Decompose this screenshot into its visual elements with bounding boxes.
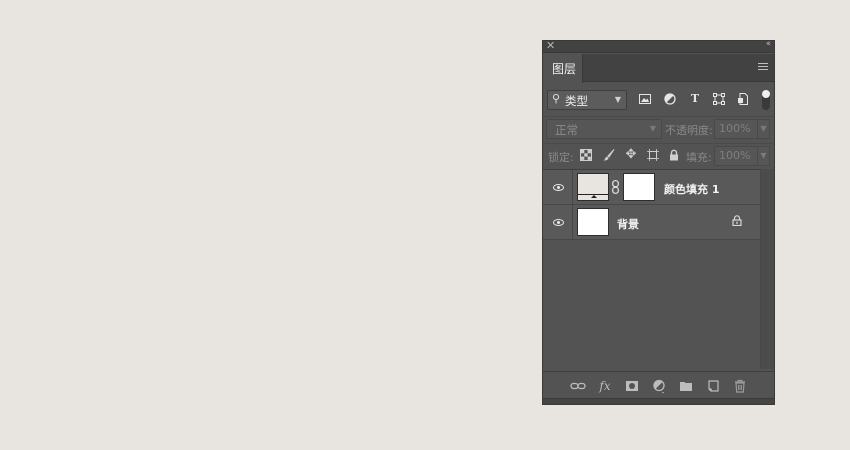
layer-thumbnail-background[interactable]: [577, 208, 609, 236]
shape-filter-icon[interactable]: [713, 93, 725, 105]
layer-row-color-fill[interactable]: 颜色填充 1: [543, 170, 760, 205]
panel-menu-icon[interactable]: [758, 63, 768, 72]
chevron-down-icon: ▼: [649, 124, 656, 133]
fill-dropdown-icon[interactable]: ▼: [757, 146, 770, 166]
filter-toggle-switch[interactable]: [762, 90, 770, 110]
fill-label: 填充:: [686, 151, 712, 164]
lock-artboard-icon[interactable]: [647, 149, 659, 161]
filter-kind-label: 类型: [565, 94, 588, 108]
layer-list-scrollbar[interactable]: [760, 169, 774, 369]
lock-label: 锁定:: [548, 151, 574, 164]
link-layers-icon[interactable]: [570, 378, 586, 394]
filter-kind-select[interactable]: ⚲ 类型 ▼: [547, 90, 627, 110]
blend-mode-select[interactable]: 正常 ▼: [546, 119, 662, 139]
lock-transparent-pixels-icon[interactable]: [580, 149, 592, 161]
panel-footer-resize-strip[interactable]: [543, 398, 774, 404]
search-icon: ⚲: [552, 92, 561, 105]
adjustment-filter-icon[interactable]: [664, 93, 676, 105]
image-filter-icon[interactable]: [639, 93, 651, 105]
filter-row: ⚲ 类型 ▼ T: [543, 87, 774, 113]
blend-mode-value: 正常: [555, 123, 578, 137]
delete-layer-icon[interactable]: [732, 378, 748, 394]
new-layer-icon[interactable]: [705, 378, 721, 394]
type-filter-icon[interactable]: T: [689, 93, 701, 105]
panel-titlebar: ✕ ‹‹: [543, 39, 774, 53]
lock-icon: [732, 215, 742, 229]
close-icon[interactable]: ✕: [546, 39, 555, 52]
opacity-dropdown-icon[interactable]: ▼: [757, 119, 770, 139]
layer-name[interactable]: 颜色填充 1: [664, 181, 719, 197]
layer-mask-thumbnail[interactable]: [623, 173, 655, 201]
new-group-icon[interactable]: [678, 378, 694, 394]
opacity-input[interactable]: 100%: [714, 119, 758, 139]
tab-layers[interactable]: 图层: [543, 54, 583, 83]
layers-panel: ✕ ‹‹ 图层 ⚲ 类型 ▼ T 正常 ▼ 不透明度: 100% ▼ 锁定: ✥…: [542, 39, 775, 405]
eye-icon: [553, 184, 564, 191]
blend-row: 正常 ▼ 不透明度: 100% ▼: [543, 116, 774, 140]
collapse-panel-icon[interactable]: ‹‹: [766, 39, 771, 49]
visibility-toggle[interactable]: [543, 170, 573, 205]
link-chain-icon[interactable]: [612, 180, 619, 194]
layer-name[interactable]: 背景: [617, 216, 639, 232]
panel-tabbar: 图层: [543, 54, 774, 83]
lock-row: 锁定: ✥ 填充: 100% ▼: [543, 143, 774, 167]
fx-icon[interactable]: fx: [597, 378, 613, 394]
add-mask-icon[interactable]: [624, 378, 640, 394]
layer-thumbnail-color-fill[interactable]: [577, 173, 609, 201]
lock-all-icon[interactable]: [668, 149, 680, 161]
chevron-down-icon: ▼: [614, 95, 621, 104]
layer-list: 颜色填充 1 背景: [543, 169, 760, 369]
lock-image-pixels-brush-icon[interactable]: [603, 149, 615, 161]
opacity-label: 不透明度:: [665, 124, 713, 137]
eye-icon: [553, 219, 564, 226]
adjustment-layer-icon[interactable]: [651, 378, 667, 394]
smart-object-filter-icon[interactable]: [737, 93, 749, 105]
lock-position-move-icon[interactable]: ✥: [625, 148, 637, 161]
visibility-toggle[interactable]: [543, 205, 573, 240]
layer-row-background[interactable]: 背景: [543, 205, 760, 240]
fill-input[interactable]: 100%: [714, 146, 758, 166]
